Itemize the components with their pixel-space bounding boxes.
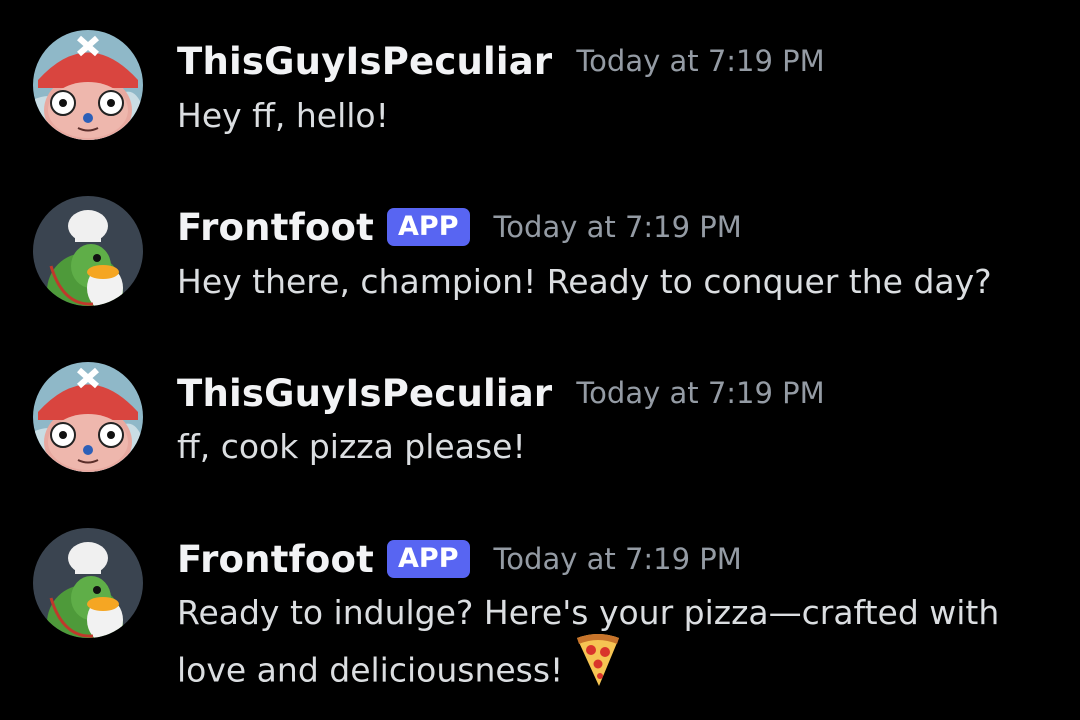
message-timestamp: Today at 7:19 PM <box>493 210 742 244</box>
message-line: Hey there, champion! Ready to conquer th… <box>177 262 992 301</box>
pizza-icon <box>573 632 623 704</box>
message-timestamp: Today at 7:19 PM <box>576 44 825 78</box>
author-name[interactable]: Frontfoot <box>177 206 374 249</box>
app-badge: APP <box>387 540 470 578</box>
message-line: ff, cook pizza please! <box>177 427 526 466</box>
chat-message-list: ThisGuyIsPeculiar Today at 7:19 PM Hey f… <box>0 0 1080 720</box>
author-name[interactable]: ThisGuyIsPeculiar <box>177 372 552 415</box>
chef-penguin-avatar[interactable] <box>33 528 143 638</box>
author-name[interactable]: ThisGuyIsPeculiar <box>177 40 552 83</box>
message-line-text: love and deliciousness! <box>177 650 564 690</box>
chopper-avatar[interactable] <box>33 30 143 140</box>
message-content: ff, cook pizza please! <box>177 420 526 474</box>
chef-penguin-avatar[interactable] <box>33 196 143 306</box>
message-content: Hey ff, hello! <box>177 89 389 143</box>
author-name[interactable]: Frontfoot <box>177 538 374 581</box>
message-line: love and deliciousness! <box>177 634 999 694</box>
message-line: Hey ff, hello! <box>177 96 389 135</box>
app-badge: APP <box>387 208 470 246</box>
message-timestamp: Today at 7:19 PM <box>576 376 825 410</box>
message-content: Hey there, champion! Ready to conquer th… <box>177 255 992 309</box>
message-timestamp: Today at 7:19 PM <box>493 542 742 576</box>
chopper-avatar[interactable] <box>33 362 143 472</box>
message-content: Ready to indulge? Here's your pizza—craf… <box>177 586 999 694</box>
